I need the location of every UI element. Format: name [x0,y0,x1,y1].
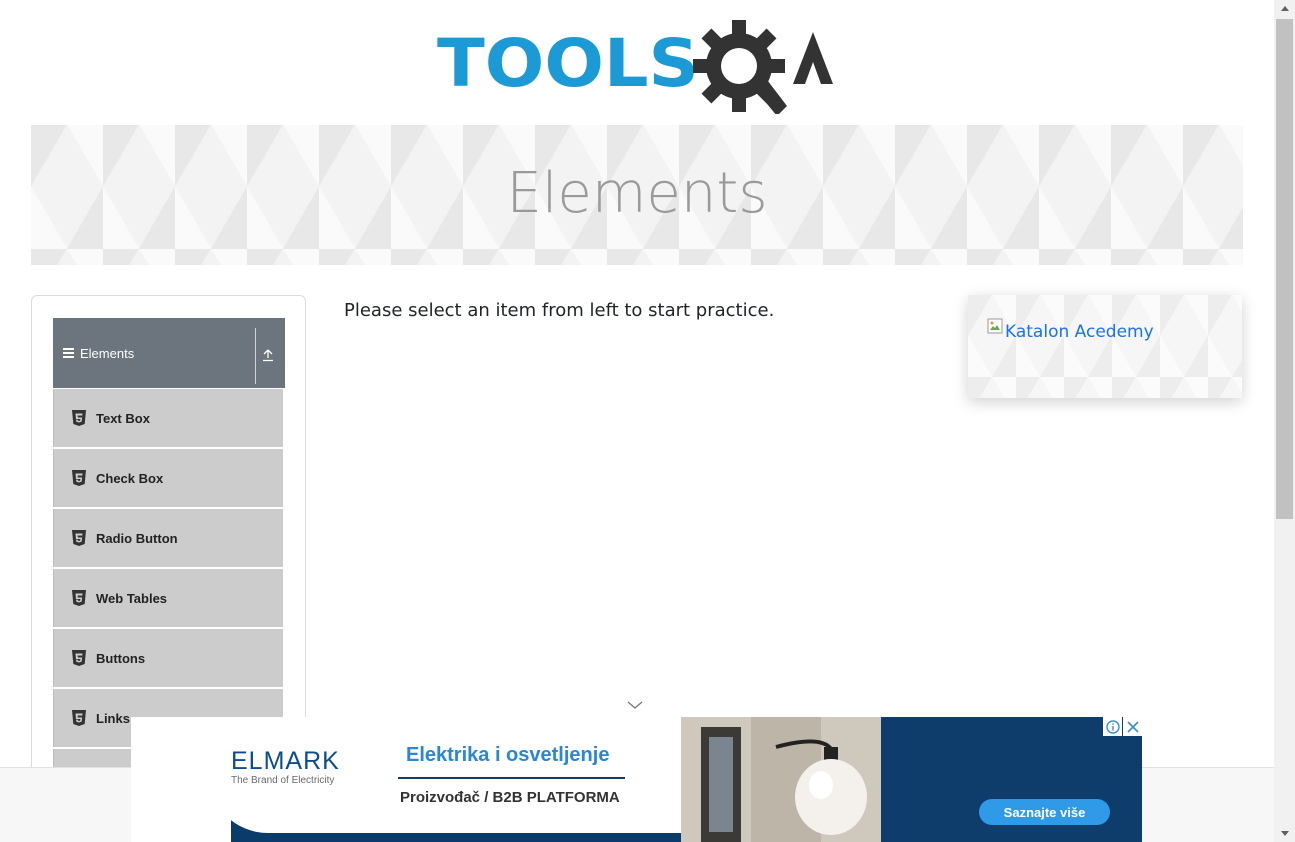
logo-text-tools: TOOLS [437,25,699,102]
logo-letter-a [793,32,833,84]
hamburger-icon [63,348,74,358]
toolsqa-logo[interactable]: TOOLS [437,18,841,116]
scroll-up-arrow-icon[interactable] [1274,0,1295,17]
sidebar-item-label: Links [96,710,130,726]
katalon-academy-link[interactable]: Katalon Acedemy [1005,322,1154,342]
html5-icon [72,530,86,546]
sidebar-item-label: Radio Button [96,530,178,546]
sidebar-item-web-tables[interactable]: Web Tables [53,569,283,627]
page-title: Elements [506,160,768,226]
scroll-down-arrow-icon[interactable] [1274,825,1295,842]
sidebar-group-title: Elements [80,345,135,361]
side-ad[interactable]: Katalon Acedemy [968,295,1242,398]
sidebar-item-radio-button[interactable]: Radio Button [53,509,283,567]
instruction-text: Please select an item from left to start… [344,300,775,321]
sidebar-group-header[interactable]: Elements [53,318,285,388]
page-scrollbar[interactable] [1274,0,1295,842]
ad-brand: ELMARK [231,747,340,775]
broken-image-icon [987,318,1003,334]
sidebar-item-check-box[interactable]: Check Box [53,449,283,507]
sidebar-item-buttons[interactable]: Buttons [53,629,283,687]
gear-icon [693,20,787,116]
html5-icon [72,590,86,606]
bottom-ad-banner[interactable]: ELMARK The Brand of Electricity Elektrik… [131,717,1142,842]
close-icon[interactable] [1123,717,1142,736]
ad-cta-button[interactable]: Saznajte više [979,799,1110,825]
ad-rule [398,777,625,779]
scrollbar-thumb[interactable] [1276,19,1293,519]
sidebar-item-label: Text Box [96,410,150,426]
html5-icon [72,470,86,486]
sidebar-item-text-box[interactable]: Text Box [53,389,283,447]
elmark-logo: ELMARK The Brand of Electricity [231,747,340,786]
page-banner: Elements [31,125,1243,265]
sidebar-item-label: Web Tables [96,590,168,606]
sidebar-item-label: Check Box [96,470,164,486]
collapse-arrow-icon[interactable] [262,348,274,362]
chevron-down-icon[interactable] [627,700,643,710]
html5-icon [72,650,86,666]
sidebar-item-label: Buttons [96,650,146,666]
ad-tagline: The Brand of Electricity [231,775,335,786]
ad-headline: Elektrika i osvetljenje [406,744,610,766]
ad-subline: Proizvođač / B2B PLATFORMA [400,789,620,806]
html5-icon [72,410,86,426]
info-icon[interactable] [1103,717,1122,736]
header-divider [255,328,256,384]
html5-icon [72,710,86,726]
